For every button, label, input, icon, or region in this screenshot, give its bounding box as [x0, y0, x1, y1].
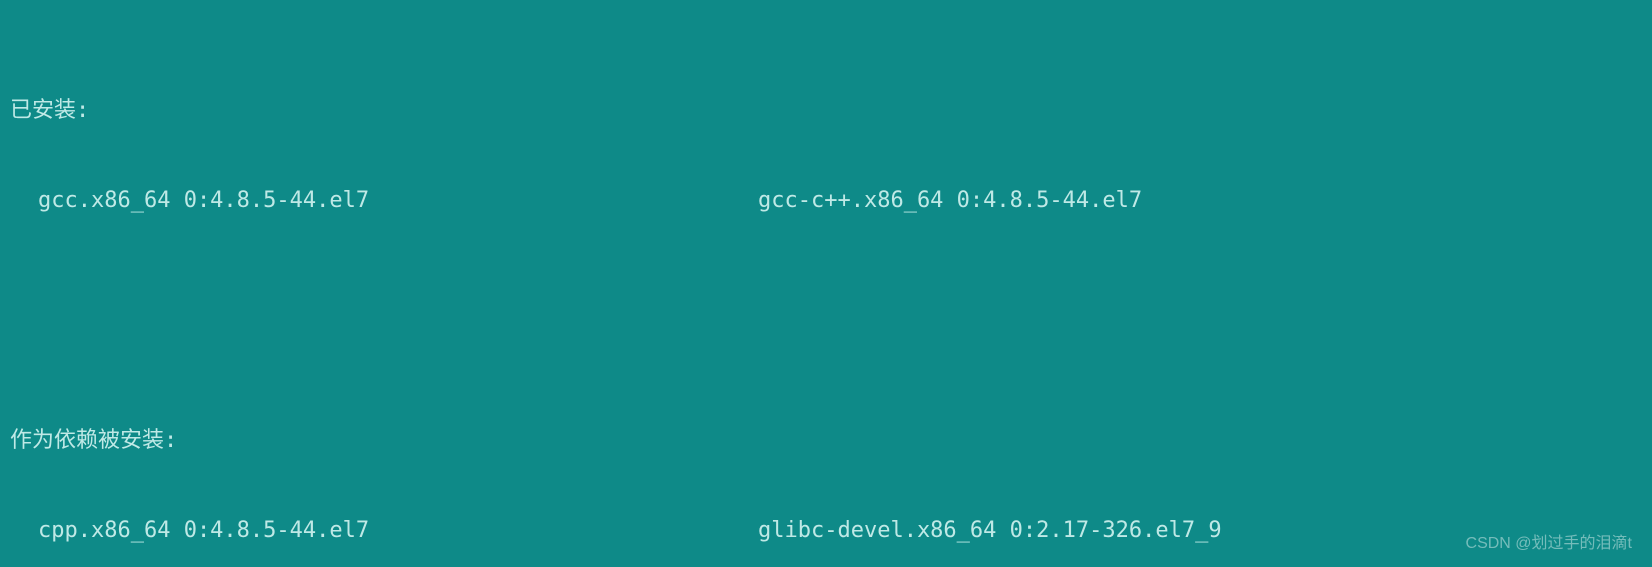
- package-item: gcc-c++.x86_64 0:4.8.5-44.el7: [758, 186, 1142, 216]
- section-header-installed: 已安装:: [10, 96, 1652, 126]
- terminal-output: 已安装: gcc.x86_64 0:4.8.5-44.el7 gcc-c++.x…: [0, 0, 1652, 567]
- section-header-dep-installed: 作为依赖被安装:: [10, 426, 1652, 456]
- package-item: cpp.x86_64 0:4.8.5-44.el7: [38, 516, 758, 546]
- package-item: glibc-devel.x86_64 0:2.17-326.el7_9: [758, 516, 1222, 546]
- package-row: cpp.x86_64 0:4.8.5-44.el7 glibc-devel.x8…: [10, 516, 1652, 546]
- package-item: gcc.x86_64 0:4.8.5-44.el7: [38, 186, 758, 216]
- blank-line: [10, 306, 1652, 336]
- package-row: gcc.x86_64 0:4.8.5-44.el7 gcc-c++.x86_64…: [10, 186, 1652, 216]
- csdn-watermark: CSDN @划过手的泪滴t: [1466, 529, 1632, 559]
